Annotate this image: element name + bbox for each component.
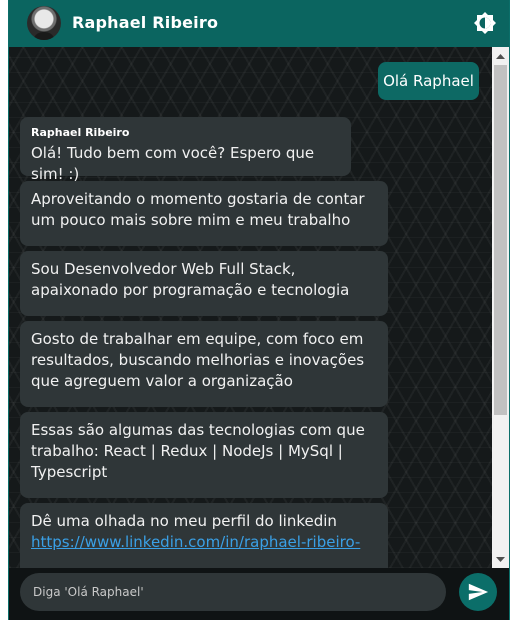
scroll-up-arrow-icon[interactable]	[492, 47, 509, 64]
composer	[9, 568, 509, 620]
message-text: Aproveitando o momento gostaria de conta…	[31, 190, 365, 229]
linkedin-link[interactable]: https://www.linkedin.com/in/raphael-ribe…	[31, 532, 378, 553]
incoming-message: Gosto de trabalhar em equipe, com foco e…	[20, 321, 388, 407]
incoming-message: Essas são algumas das tecnologias com qu…	[20, 412, 388, 498]
incoming-message: Aproveitando o momento gostaria de conta…	[20, 181, 388, 246]
message-text: Dê uma olhada no meu perfil do linkedin	[31, 512, 337, 530]
message-area: Olá Raphael Raphael Ribeiro Olá! Tudo be…	[9, 47, 509, 568]
incoming-message: Dê uma olhada no meu perfil do linkedin …	[20, 503, 388, 568]
message-text: Sou Desenvolvedor Web Full Stack, apaixo…	[31, 260, 350, 299]
message-text: Olá! Tudo bem com você? Espero que sim! …	[31, 144, 315, 183]
send-icon	[468, 583, 489, 601]
scrollbar-thumb[interactable]	[494, 65, 507, 415]
send-button[interactable]	[459, 573, 497, 611]
chat-header: Raphael Ribeiro	[9, 0, 509, 47]
outgoing-message: Olá Raphael	[378, 62, 479, 100]
theme-toggle-icon[interactable]	[473, 11, 497, 35]
incoming-message: Raphael Ribeiro Olá! Tudo bem com você? …	[20, 117, 351, 183]
message-text: Essas são algumas das tecnologias com qu…	[31, 421, 365, 481]
sender-name: Raphael Ribeiro	[31, 126, 130, 139]
avatar	[27, 6, 61, 40]
scroll-down-arrow-icon[interactable]	[492, 551, 509, 568]
chat-window: Raphael Ribeiro Olá Raphael Raphael Ribe…	[8, 0, 510, 620]
incoming-message: Sou Desenvolvedor Web Full Stack, apaixo…	[20, 251, 388, 316]
message-text: Gosto de trabalhar em equipe, com foco e…	[31, 330, 365, 390]
contact-name: Raphael Ribeiro	[72, 13, 219, 32]
scrollbar[interactable]	[492, 47, 509, 568]
message-input[interactable]	[20, 573, 446, 611]
